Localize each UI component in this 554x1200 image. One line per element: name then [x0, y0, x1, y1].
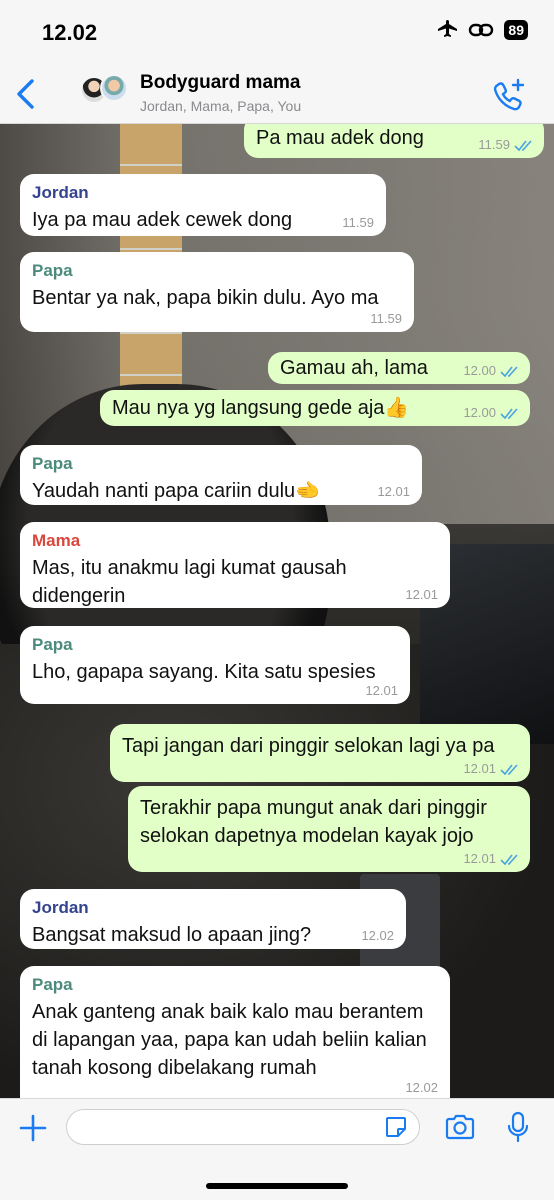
sender-name[interactable]: Papa — [32, 260, 402, 282]
message-time: 12.02 — [361, 928, 394, 943]
message-incoming[interactable]: Papa Bentar ya nak, papa bikin dulu. Ayo… — [20, 252, 414, 332]
message-text: Iya pa mau adek cewek dong — [32, 209, 293, 231]
message-outgoing[interactable]: Tapi jangan dari pinggir selokan lagi ya… — [110, 724, 530, 782]
message-incoming[interactable]: Jordan Bangsat maksud lo apaan jing? 12.… — [20, 889, 406, 949]
sender-name[interactable]: Jordan — [32, 182, 374, 204]
chevron-left-icon[interactable] — [14, 78, 38, 110]
message-time: 11.59 — [342, 215, 374, 230]
message-incoming[interactable]: Papa Lho, gapapa sayang. Kita satu spesi… — [20, 626, 410, 704]
message-text: Tapi jangan dari pinggir selokan lagi ya… — [122, 735, 495, 757]
message-text: Bentar ya nak, papa bikin dulu. Ayo ma — [32, 287, 379, 309]
message-time: 11.59 — [370, 311, 402, 326]
add-call-icon[interactable] — [492, 78, 526, 112]
message-incoming[interactable]: Papa Anak ganteng anak baik kalo mau ber… — [20, 966, 450, 1098]
message-text: Terakhir papa mungut anak dari pinggir s… — [140, 797, 487, 847]
chat-area[interactable]: Pa mau adek dong 11.59 Jordan Iya pa mau… — [0, 124, 554, 1098]
group-avatar[interactable] — [80, 74, 132, 114]
message-time: 12.01 — [405, 587, 438, 602]
sender-name[interactable]: Papa — [32, 634, 398, 656]
chat-title[interactable]: Bodyguard mama — [140, 72, 300, 94]
sticker-icon[interactable] — [384, 1115, 408, 1139]
message-text: Mas, itu anakmu lagi kumat gausah dideng… — [32, 557, 347, 607]
message-outgoing[interactable]: Mau nya yg langsung gede aja👍 12.00 — [100, 390, 530, 426]
message-text: Gamau ah, lama — [280, 357, 428, 379]
message-time: 12.00 — [463, 405, 496, 420]
home-indicator[interactable] — [206, 1183, 348, 1189]
message-incoming[interactable]: Papa Yaudah nanti papa cariin dulu🫲 12.0… — [20, 445, 422, 505]
read-ticks-icon — [500, 408, 518, 420]
message-outgoing[interactable]: Gamau ah, lama 12.00 — [268, 352, 530, 384]
airplane-icon — [438, 20, 458, 37]
plus-icon[interactable] — [18, 1113, 48, 1143]
message-time: 12.01 — [377, 484, 410, 499]
read-ticks-icon — [514, 140, 532, 152]
link-icon — [469, 23, 494, 37]
message-outgoing[interactable]: Terakhir papa mungut anak dari pinggir s… — [128, 786, 530, 872]
message-time: 12.01 — [463, 761, 496, 776]
read-ticks-icon — [500, 764, 518, 776]
message-time: 11.59 — [478, 137, 510, 152]
message-time: 12.00 — [463, 363, 496, 378]
avatar — [100, 74, 128, 102]
message-text: Lho, gapapa sayang. Kita satu spesies — [32, 661, 376, 683]
status-time: 12.02 — [42, 20, 98, 45]
microphone-icon[interactable] — [506, 1111, 530, 1143]
message-input-bar — [0, 1098, 554, 1200]
read-ticks-icon — [500, 854, 518, 866]
sender-name[interactable]: Mama — [32, 530, 438, 552]
sender-name[interactable]: Papa — [32, 974, 438, 996]
message-outgoing[interactable]: Pa mau adek dong 11.59 — [244, 124, 544, 158]
status-icons: 89 — [436, 20, 528, 40]
sender-name[interactable]: Jordan — [32, 897, 394, 919]
message-time: 12.01 — [365, 683, 398, 698]
chat-header: Bodyguard mama Jordan, Mama, Papa, You — [0, 64, 554, 124]
read-ticks-icon — [500, 366, 518, 378]
message-text: Bangsat maksud lo apaan jing? — [32, 924, 312, 946]
message-text: Pa mau adek dong — [256, 127, 424, 149]
message-incoming[interactable]: Jordan Iya pa mau adek cewek dong 11.59 — [20, 174, 386, 236]
message-time: 12.02 — [405, 1080, 438, 1095]
camera-icon[interactable] — [444, 1113, 476, 1141]
chat-members[interactable]: Jordan, Mama, Papa, You — [140, 98, 301, 114]
message-text: Mau nya yg langsung gede aja👍 — [112, 397, 410, 419]
message-time: 12.01 — [463, 851, 496, 866]
message-incoming[interactable]: Mama Mas, itu anakmu lagi kumat gausah d… — [20, 522, 450, 608]
battery-level: 89 — [504, 20, 528, 40]
message-text: Anak ganteng anak baik kalo mau berantem… — [32, 1001, 427, 1079]
message-text: Yaudah nanti papa cariin dulu🫲 — [32, 480, 321, 502]
status-bar: 12.02 89 — [0, 0, 554, 64]
message-input[interactable] — [66, 1109, 420, 1145]
sender-name[interactable]: Papa — [32, 453, 410, 475]
